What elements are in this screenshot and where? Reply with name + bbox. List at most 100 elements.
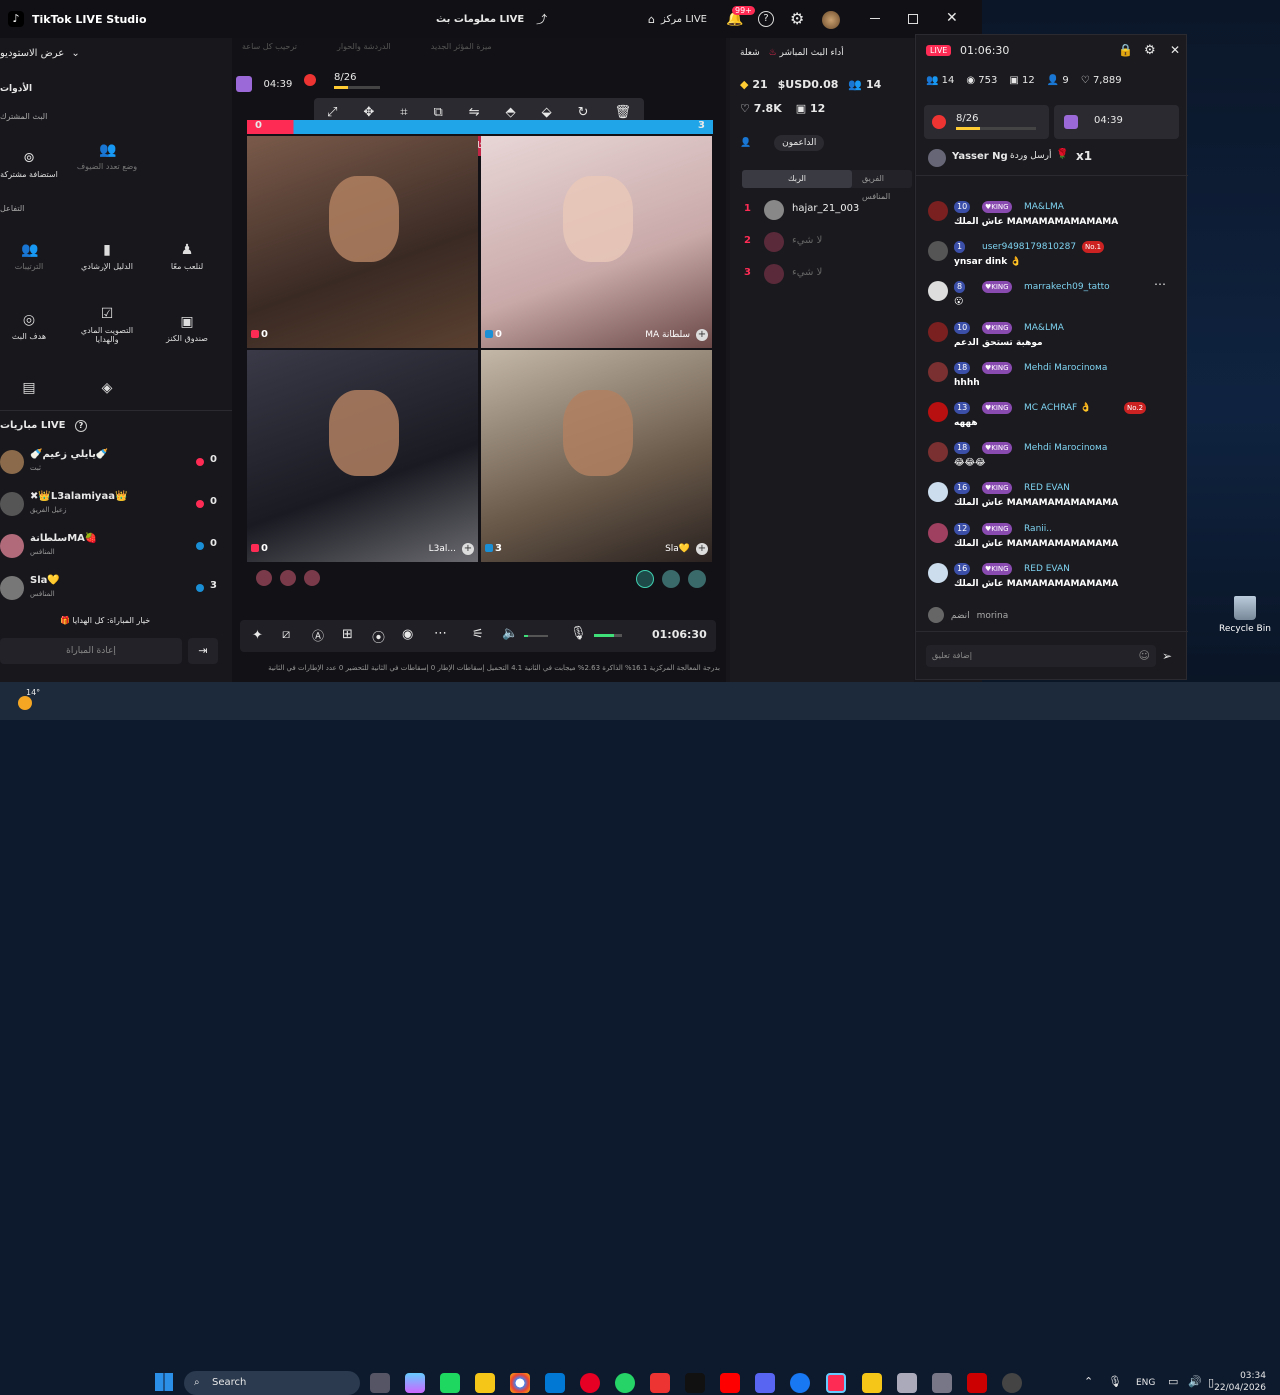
layer-down-icon[interactable]: ⬙: [542, 105, 552, 120]
mic-icon[interactable]: 🎙: [1108, 1375, 1122, 1388]
match-participant[interactable]: 🍼يايلي زعيم🍼 ثبت 0: [0, 446, 232, 486]
trash-icon[interactable]: 🗑: [614, 105, 631, 120]
volume-icon[interactable]: 🔊: [1188, 1375, 1202, 1388]
close-icon[interactable]: ✕: [1170, 43, 1180, 57]
settings-gear-icon[interactable]: ⚙: [1144, 43, 1156, 58]
chat-message[interactable]: 16 ♥KING RED EVAN عاش الملك MAMAMAMAMAMAMA: [916, 482, 1188, 518]
seat-icon[interactable]: [304, 570, 320, 586]
chat-message[interactable]: 12 ♥KING Ranii.. عاش الملك MAMAMAMAMAMAMA: [916, 522, 1188, 559]
live-goal-tool[interactable]: ◎ هدف البث: [0, 312, 64, 341]
camera-icon[interactable]: ◉: [402, 627, 413, 642]
pinterest-icon[interactable]: [580, 1373, 600, 1393]
seat-icon[interactable]: [636, 570, 654, 588]
add-icon[interactable]: +: [696, 543, 708, 555]
match-participant[interactable]: Sla💛 المنافس 3: [0, 572, 232, 612]
tab-live-performance[interactable]: أداء البث المباشر: [780, 48, 844, 58]
app-icon[interactable]: [897, 1373, 917, 1393]
move-icon[interactable]: ✥: [363, 105, 374, 120]
anime-tool[interactable]: 👥 الترتيبات: [0, 242, 64, 271]
ranking-row[interactable]: 1 hajar_21_003: [744, 200, 914, 222]
app-icon[interactable]: [932, 1373, 952, 1393]
expand-icon[interactable]: ⤢: [327, 105, 337, 120]
crop-icon[interactable]: ⌗: [400, 105, 407, 120]
chat-message[interactable]: 13 ♥KING MC ACHRAF 👌 No.2 هههه: [916, 402, 1188, 438]
language-indicator[interactable]: ENG: [1136, 1378, 1155, 1388]
comment-input[interactable]: إضافة تعليق ☺: [926, 645, 1156, 667]
chevron-up-icon[interactable]: ⌃: [1084, 1375, 1093, 1388]
ranking-row[interactable]: 3 لا شيء: [744, 264, 914, 286]
guest-video[interactable]: 0: [247, 136, 478, 348]
extra-tool-1[interactable]: ▤: [0, 380, 64, 400]
app-icon[interactable]: [967, 1373, 987, 1393]
scene-icon[interactable]: ⊞: [342, 627, 353, 642]
live-center-button[interactable]: ⌂ مركز LIVE: [648, 0, 707, 38]
clock[interactable]: 03:34 22/04/2026: [1212, 1370, 1266, 1394]
more-icon[interactable]: ⋯: [434, 626, 447, 641]
rotate-icon[interactable]: ↻: [578, 105, 589, 120]
mic-volume-bar[interactable]: [594, 634, 622, 637]
windows-start-icon[interactable]: [155, 1373, 173, 1391]
tab-winner[interactable]: الربك: [742, 170, 852, 188]
chat-message[interactable]: 8 ♥KING marrakech09_tatto 😮: [916, 281, 1188, 317]
play-together-tool[interactable]: ♟ لنلعب معًا: [152, 242, 222, 271]
tiktok-icon[interactable]: [685, 1373, 705, 1393]
guest-video[interactable]: 3 Sla💛 +: [481, 350, 712, 562]
guest-video[interactable]: 0 MA سلطانة +: [481, 136, 712, 348]
file-explorer-icon[interactable]: [475, 1373, 495, 1393]
whatsapp-icon[interactable]: [615, 1373, 635, 1393]
lock-icon[interactable]: 🔒: [1118, 43, 1133, 57]
tiktok-live-studio-icon[interactable]: [826, 1373, 846, 1393]
chat-message[interactable]: 1 user9498179810287 No.1 ynsar dink 👌: [916, 241, 1188, 277]
copilot-icon[interactable]: [405, 1373, 425, 1393]
vote-tool[interactable]: ☑ التصويت المادي والهدايا: [72, 306, 142, 344]
settings-gear-icon[interactable]: ⚙: [790, 9, 804, 28]
seat-icon[interactable]: [280, 570, 296, 586]
youtube-icon[interactable]: [720, 1373, 740, 1393]
live-info-button[interactable]: معلومات بث LIVE ⤴: [436, 0, 547, 38]
record-icon[interactable]: ⦿: [372, 627, 385, 646]
chrome-icon[interactable]: [510, 1373, 530, 1393]
chat-message[interactable]: 18 ♥KING Mehdi Marocinoма 😂😂😂: [916, 442, 1188, 478]
ranking-row[interactable]: 2 لا شيء: [744, 232, 914, 254]
add-icon[interactable]: +: [696, 329, 708, 341]
network-icon[interactable]: ▭: [1168, 1375, 1178, 1388]
kick-icon[interactable]: [440, 1373, 460, 1393]
profile-avatar[interactable]: [822, 11, 840, 29]
ai-icon[interactable]: Ⓐ: [312, 627, 324, 644]
seat-icon[interactable]: [688, 570, 706, 588]
store-icon[interactable]: [545, 1373, 565, 1393]
maximize-icon[interactable]: [908, 14, 918, 24]
multi-guest-tool[interactable]: 👥 وضع تعدد الضيوف: [72, 142, 142, 171]
exit-match-button[interactable]: ⇥: [188, 638, 218, 664]
facebook-icon[interactable]: [790, 1373, 810, 1393]
seat-icon[interactable]: [662, 570, 680, 588]
treasure-tool[interactable]: ▣ صندوق الكنز: [152, 314, 222, 343]
help-icon[interactable]: ?: [758, 11, 774, 27]
task-view-icon[interactable]: [370, 1373, 390, 1393]
match-gifts-option[interactable]: 🎁 خيار المباراة: كل الهدايا: [60, 616, 150, 625]
send-icon[interactable]: ➢: [1162, 649, 1172, 663]
magic-wand-icon[interactable]: ✦: [252, 628, 263, 643]
speaker-volume-bar[interactable]: [524, 635, 548, 637]
match-participant[interactable]: سلطانةMA🍓 المنافس 0: [0, 530, 232, 570]
close-icon[interactable]: ✕: [946, 10, 958, 26]
recycle-bin[interactable]: Recycle Bin: [1215, 596, 1275, 634]
tab-torch[interactable]: شعلة: [740, 48, 760, 58]
layer-up-icon[interactable]: ⬘: [506, 105, 516, 120]
chat-message[interactable]: 10 ♥KING MA&LMA عاش الملك MAMAMAMAMAMAMA: [916, 201, 1188, 237]
minimize-icon[interactable]: [870, 18, 880, 19]
app-icon[interactable]: [862, 1373, 882, 1393]
emoji-icon[interactable]: ☺: [1139, 645, 1150, 667]
rematch-button[interactable]: إعادة المباراة: [0, 638, 182, 664]
mixer-icon[interactable]: ⚟: [472, 627, 484, 642]
sticker-icon[interactable]: ⧄: [282, 627, 290, 642]
co-host-tool[interactable]: ⊚ استضافة مشتركة: [0, 150, 64, 179]
flip-icon[interactable]: ⇋: [469, 105, 480, 120]
app-icon[interactable]: [1002, 1373, 1022, 1393]
guest-video[interactable]: 0 L3al... +: [247, 350, 478, 562]
chat-message[interactable]: 18 ♥KING Mehdi Marocinoма hhhh: [916, 361, 1188, 398]
match-participant[interactable]: ✖👑L3alamiyaa👑 زعيل الفريق 0: [0, 488, 232, 528]
more-options-icon[interactable]: ⋯: [1154, 277, 1166, 291]
chat-message[interactable]: 10 ♥KING MA&LMA موهبة تستحق الدعم: [916, 321, 1188, 358]
studio-view-dropdown[interactable]: عرض الاستوديو ⌄: [0, 48, 80, 59]
